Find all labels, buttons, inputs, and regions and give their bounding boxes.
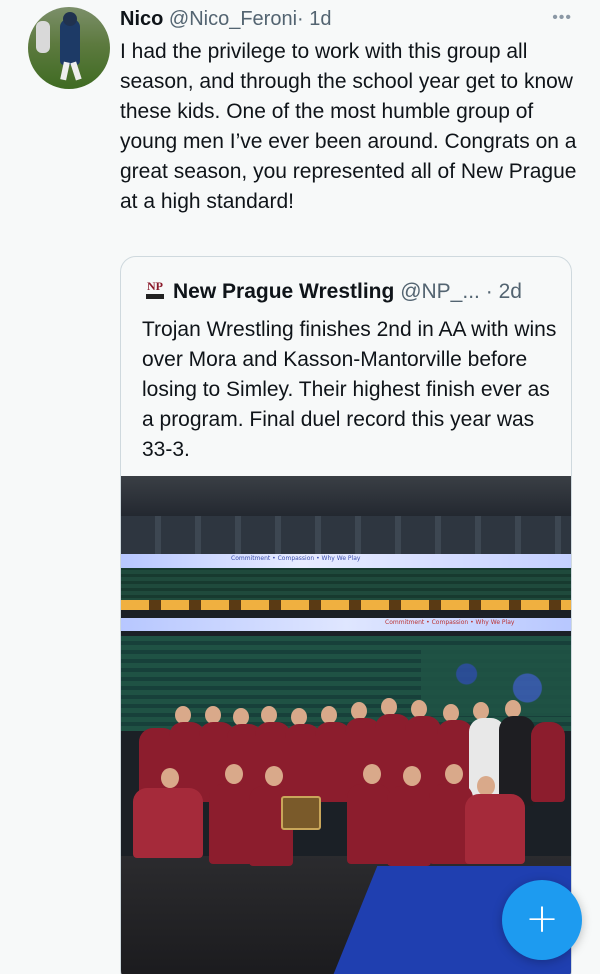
quoted-author-handle: @NP_...	[400, 280, 480, 303]
wrestling-team-group	[125, 698, 569, 881]
arena-upper-seats	[121, 568, 571, 602]
team-member	[465, 794, 525, 864]
tweet-text: I had the privilege to work with this gr…	[120, 40, 577, 213]
author-name[interactable]: Nico	[120, 8, 163, 30]
arena-suites	[121, 516, 571, 554]
tweet-header: Nico @Nico_Feroni· 1d	[120, 7, 560, 31]
team-member	[387, 786, 431, 866]
plus-icon: +	[525, 896, 559, 942]
team-member-head	[161, 768, 179, 788]
team-member	[209, 784, 253, 864]
avatar-leg	[70, 61, 82, 81]
separator-dot: ·	[485, 280, 493, 303]
np-logo-text: NP	[147, 279, 163, 293]
ellipsis-icon[interactable]: •••	[552, 9, 572, 27]
quoted-tweet-header: NP New Prague Wrestling @NP_... · 2d	[145, 279, 565, 305]
ribbon-board-text-lower: Commitment • Compassion • Why We Play	[385, 619, 515, 626]
quoted-tweet[interactable]: NP New Prague Wrestling @NP_... · 2d Tro…	[120, 256, 572, 974]
team-member-head	[265, 766, 283, 786]
quoted-author-name: New Prague Wrestling	[173, 280, 395, 303]
separator-dot: ·	[297, 8, 304, 30]
author-avatar[interactable]	[28, 7, 110, 89]
team-member-head	[403, 766, 421, 786]
team-member-head	[225, 764, 243, 784]
avatar-helmet	[63, 12, 77, 26]
np-logo-bar	[146, 294, 164, 299]
coach	[499, 716, 535, 806]
avatar-background-figure	[36, 21, 50, 53]
arena-lights	[121, 600, 571, 610]
ribbon-board-text: Commitment • Compassion • Why We Play	[231, 555, 361, 562]
quoted-tweet-photo[interactable]: Commitment • Compassion • Why We Play Co…	[121, 476, 571, 974]
team-member	[347, 784, 391, 864]
team-member-head	[477, 776, 495, 796]
quoted-tweet-text: Trojan Wrestling finishes 2nd in AA with…	[142, 318, 557, 461]
team-member-head	[363, 764, 381, 784]
coach-kneeling	[133, 788, 203, 858]
team-member-head	[445, 764, 463, 784]
tweet-timestamp[interactable]: 1d	[309, 8, 331, 30]
author-handle[interactable]: @Nico_Feroni	[169, 8, 297, 30]
team-member	[531, 722, 565, 802]
trophy-plaque	[281, 796, 321, 830]
arena-ceiling	[121, 476, 571, 516]
quoted-tweet-timestamp: 2d	[498, 280, 522, 303]
quoted-author-avatar: NP	[145, 280, 165, 300]
compose-tweet-button[interactable]: +	[502, 880, 582, 960]
